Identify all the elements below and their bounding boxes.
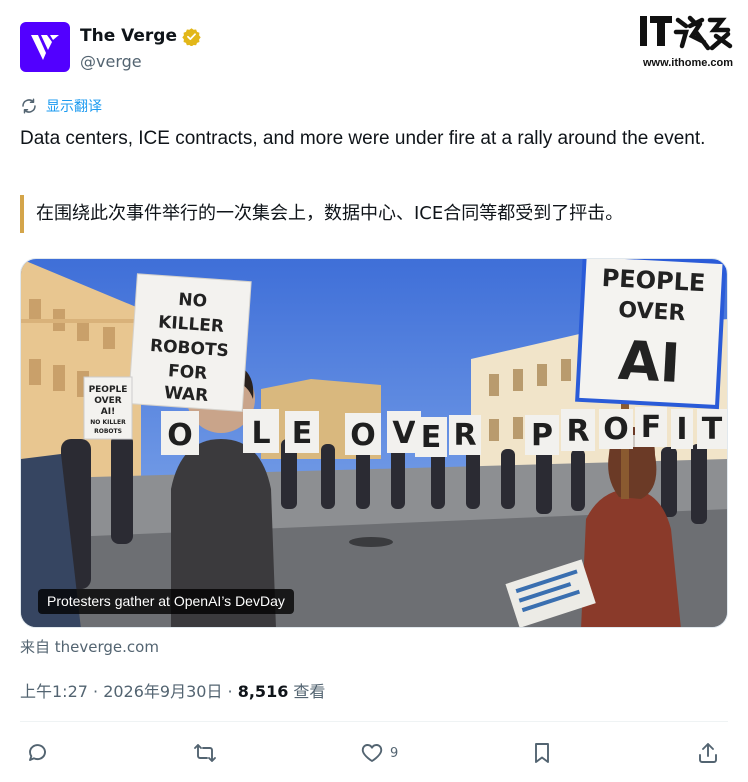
placard-letter: R: [453, 418, 476, 453]
photo-caption: Protesters gather at OpenAI’s DevDay: [38, 589, 294, 614]
placard-letter: O: [167, 418, 193, 453]
action-bar: 9: [20, 736, 728, 770]
sign-line: NO: [178, 290, 208, 312]
like-count: 9: [390, 745, 399, 761]
handle[interactable]: @verge: [80, 52, 142, 71]
ithome-logo-icon: [640, 15, 733, 51]
placard-letter: O: [350, 418, 376, 453]
placard-letter: O: [603, 412, 629, 447]
views-count: 8,516: [237, 682, 289, 701]
translate-icon: [22, 98, 36, 114]
translated-text: 在围绕此次事件举行的一次集会上，数据中心、ICE合同等都受到了抨击。: [20, 195, 728, 233]
tweet-photo[interactable]: NO KILLER ROBOTS FOR WAR PEOPLE OVER AI!…: [20, 258, 728, 628]
placard-letter: E: [421, 420, 442, 455]
show-translation-link[interactable]: 显示翻译: [20, 96, 102, 116]
placard-letter: P: [531, 418, 553, 453]
retweet-button[interactable]: [193, 736, 217, 770]
heart-icon: [361, 744, 383, 762]
avatar[interactable]: [20, 22, 70, 72]
tweet-meta: 上午1:27 · 2026年9月30日 · 8,516 查看: [20, 678, 325, 702]
name-row: The Verge: [80, 26, 201, 46]
verified-badge-icon: [182, 27, 201, 46]
tweet-header: The Verge @verge: [20, 22, 728, 76]
timestamp[interactable]: 上午1:27 · 2026年9月30日 ·: [20, 682, 238, 701]
sign-line: AI: [617, 329, 682, 395]
placard-letter: E: [292, 416, 313, 451]
bookmark-icon: [535, 743, 549, 763]
placard-letter: T: [702, 412, 723, 447]
tweet-text: Data centers, ICE contracts, and more we…: [20, 128, 706, 149]
reply-button[interactable]: [26, 736, 50, 770]
retweet-icon: [194, 744, 216, 762]
sign-line: WAR: [163, 383, 209, 406]
verge-logo-icon: [31, 35, 59, 60]
watermark-url: www.ithome.com: [642, 57, 734, 69]
divider: [20, 721, 728, 722]
placard-letter: R: [566, 414, 589, 449]
share-icon: [699, 743, 717, 763]
placard-letter: V: [392, 416, 416, 451]
sign-line: PEOPLE: [89, 385, 128, 395]
placard-letter: I: [676, 412, 687, 447]
sign-line: ROBOTS: [94, 428, 122, 435]
sign-line: OVER: [94, 396, 122, 406]
show-translation-label[interactable]: 显示翻译: [46, 96, 102, 116]
share-button[interactable]: [696, 736, 720, 770]
ithome-watermark: www.ithome.com: [636, 12, 740, 74]
placard-letter: L: [251, 416, 270, 451]
sign-line: FOR: [167, 361, 207, 384]
sign-line: NO KILLER: [90, 419, 126, 426]
sign-line: OVER: [618, 298, 686, 326]
reply-icon: [29, 744, 46, 761]
protest-photo: NO KILLER ROBOTS FOR WAR PEOPLE OVER AI!…: [21, 259, 727, 627]
sign-line: PEOPLE: [601, 264, 706, 297]
views-label: 查看: [288, 682, 326, 701]
display-name[interactable]: The Verge: [80, 26, 177, 46]
sign-line: AI!: [101, 407, 115, 417]
like-button[interactable]: 9: [360, 736, 398, 770]
source-link[interactable]: 来自 theverge.com: [20, 636, 159, 657]
bookmark-button[interactable]: [530, 736, 554, 770]
placard-letter: F: [641, 410, 662, 445]
